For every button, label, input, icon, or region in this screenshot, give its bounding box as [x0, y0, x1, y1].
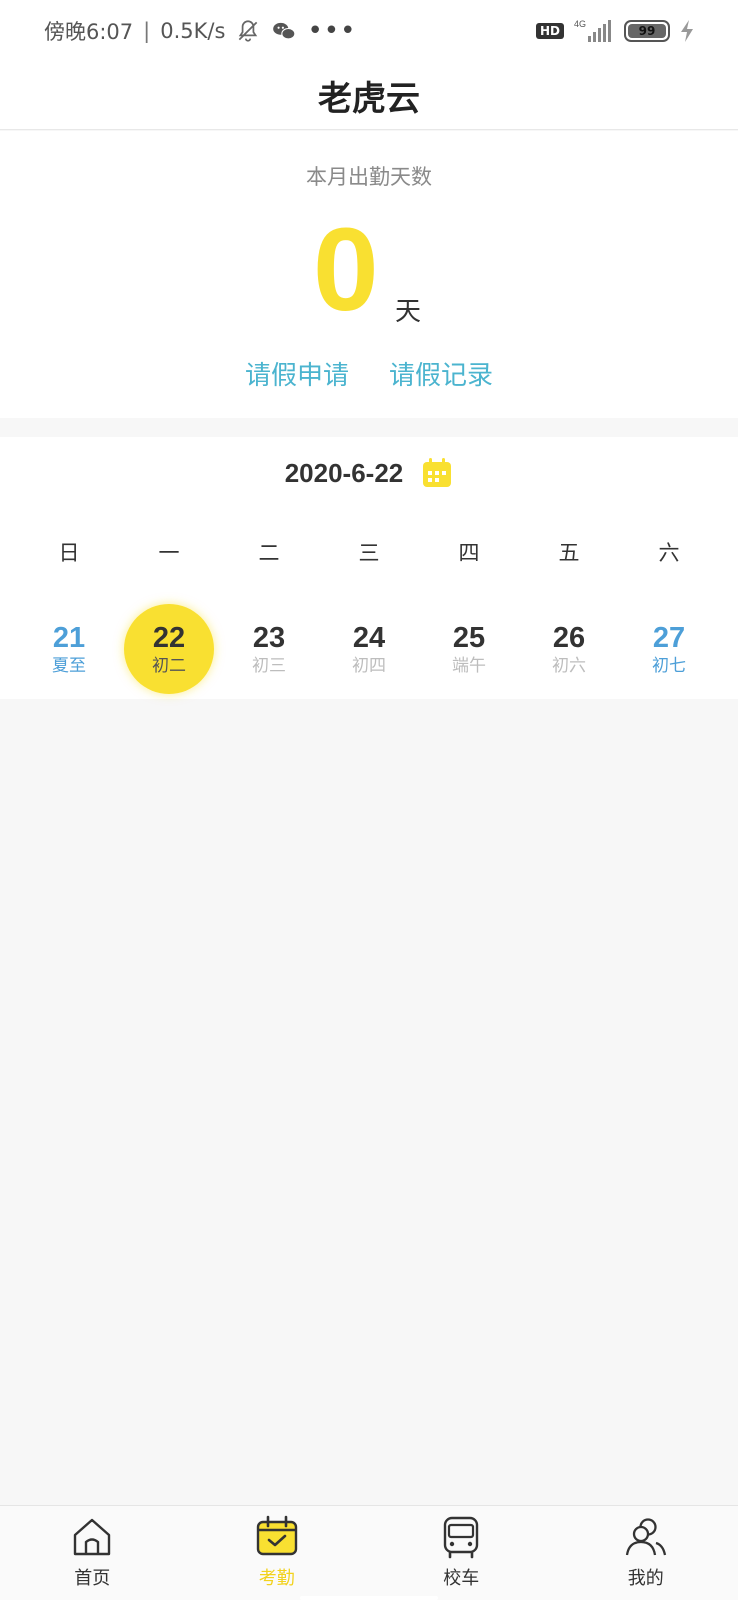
date-lunar: 初七: [652, 656, 686, 676]
battery-level: 99: [628, 24, 666, 38]
date-bubble: 24 初四: [324, 604, 414, 694]
date-lunar: 端午: [452, 656, 486, 676]
nav-label-profile: 我的: [627, 1568, 664, 1589]
charging-icon: [681, 20, 693, 42]
battery-icon: 99: [624, 20, 670, 42]
more-dots-icon: •••: [307, 16, 357, 46]
weekday-sun: 日: [58, 541, 80, 565]
date-cell-25[interactable]: 25 端午: [419, 599, 519, 699]
date-number: 26: [552, 622, 586, 654]
home-icon: [74, 1518, 111, 1556]
weekday-sat: 六: [658, 541, 680, 565]
leave-apply-link[interactable]: 请假申请: [245, 355, 349, 392]
date-lunar: 初六: [552, 656, 586, 676]
selected-date-bubble: 22 初二: [124, 604, 214, 694]
svg-text:4G: 4G: [574, 19, 586, 29]
date-bubble: 27 初七: [624, 604, 714, 694]
status-right: HD 4G 99: [535, 18, 694, 44]
mute-bell-icon: [239, 20, 258, 42]
bottom-nav: 首页 考勤 校车 我的: [0, 1505, 738, 1600]
hd-badge: HD: [535, 23, 564, 39]
nav-item-profile[interactable]: 我的: [554, 1506, 738, 1600]
wechat-icon: [273, 22, 296, 40]
app-screen: 傍晚6:07 | 0.5K/s ••• HD 4G 99 老虎云 本月出勤天数 …: [0, 0, 738, 1600]
attendance-count: 0: [313, 204, 379, 336]
date-lunar: 初四: [352, 656, 386, 676]
nav-label-attendance: 考勤: [258, 1568, 295, 1589]
date-cell-21[interactable]: 21 夏至: [19, 599, 119, 699]
status-time: 傍晚6:07: [44, 20, 134, 44]
status-bar: 傍晚6:07 | 0.5K/s ••• HD 4G 99: [0, 0, 738, 62]
leave-actions: 请假申请 请假记录: [0, 355, 738, 392]
page-title: 老虎云: [318, 79, 420, 119]
date-number: 23: [252, 622, 286, 654]
date-lunar: 夏至: [52, 656, 86, 676]
date-bubble: 26 初六: [524, 604, 614, 694]
date-bubble: 21 夏至: [24, 604, 114, 694]
profile-icon: [625, 1518, 666, 1556]
date-number: 21: [52, 622, 86, 654]
nav-label-home: 首页: [74, 1568, 111, 1589]
date-cell-26[interactable]: 26 初六: [519, 599, 619, 699]
weekday-tue: 二: [258, 541, 280, 565]
nav-label-bus: 校车: [443, 1568, 480, 1589]
bus-icon: [444, 1516, 479, 1559]
home-indicator: [300, 1596, 438, 1600]
attendance-calendar-icon: [256, 1515, 297, 1556]
date-number: 24: [352, 622, 386, 654]
date-row: 21 夏至 22 初二 23 初三 24 初四 25 端午 26 初六 27 初…: [19, 599, 719, 699]
date-number: 25: [452, 622, 486, 654]
calendar-icon[interactable]: [421, 457, 453, 489]
status-separator: |: [143, 19, 151, 43]
status-speed: 0.5K/s: [160, 19, 226, 43]
date-cell-22-selected[interactable]: 22 初二: [119, 599, 219, 699]
nav-item-home[interactable]: 首页: [0, 1506, 185, 1600]
app-header: 老虎云: [0, 62, 738, 130]
date-lunar: 初三: [252, 656, 286, 676]
date-number: 22: [152, 622, 186, 654]
date-bubble: 23 初三: [224, 604, 314, 694]
nav-item-attendance[interactable]: 考勤: [185, 1506, 370, 1600]
calendar-current-date[interactable]: 2020-6-22: [285, 458, 404, 489]
weekday-header-row: 日 一 二 三 四 五 六: [19, 537, 719, 567]
date-bubble: 25 端午: [424, 604, 514, 694]
signal-icon: 4G: [574, 19, 611, 42]
date-cell-23[interactable]: 23 初三: [219, 599, 319, 699]
weekday-thu: 四: [458, 541, 480, 565]
attendance-unit: 天: [395, 297, 422, 327]
leave-records-link[interactable]: 请假记录: [389, 355, 493, 392]
attendance-label: 本月出勤天数: [306, 165, 432, 189]
date-cell-24[interactable]: 24 初四: [319, 599, 419, 699]
status-left: 傍晚6:07 | 0.5K/s •••: [44, 16, 356, 46]
date-cell-27[interactable]: 27 初七: [619, 599, 719, 699]
calendar-header: 2020-6-22: [0, 457, 738, 489]
date-lunar: 初二: [152, 656, 186, 676]
nav-item-bus[interactable]: 校车: [369, 1506, 554, 1600]
week-calendar: 2020-6-22 日 一 二 三 四 五 六 21 夏至 22 初二 23 初…: [0, 437, 738, 699]
weekday-mon: 一: [158, 541, 180, 565]
weekday-wed: 三: [358, 541, 380, 565]
date-number: 27: [652, 622, 686, 654]
attendance-summary: 本月出勤天数 0 天 请假申请 请假记录: [0, 131, 738, 418]
weekday-fri: 五: [558, 541, 580, 565]
